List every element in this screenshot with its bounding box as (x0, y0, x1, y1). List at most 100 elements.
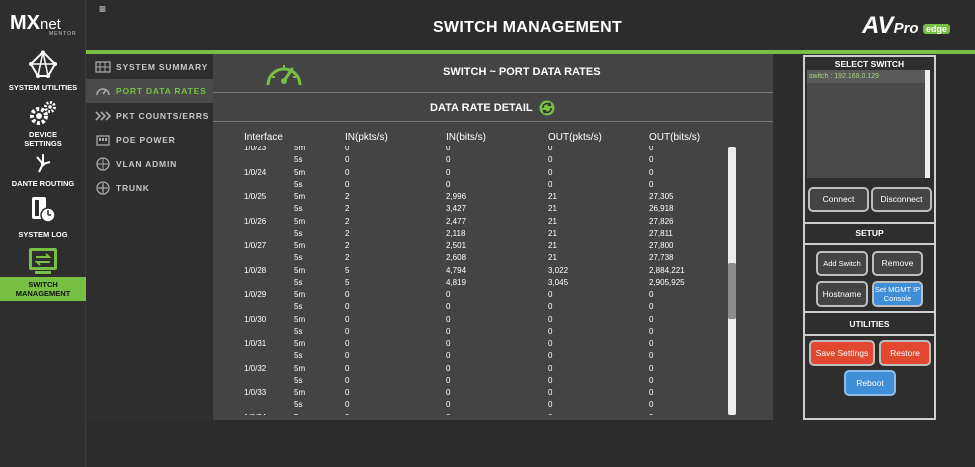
table-scrollbar[interactable] (728, 147, 736, 415)
cell-in-pkts: 0 (345, 388, 350, 397)
table-row: 1/0/34 5m 0 0 0 0 (213, 412, 733, 416)
cell-out-bits: 0 (649, 179, 654, 189)
nav-system-log[interactable]: SYSTEM LOG (0, 196, 86, 239)
logo-main-text: MX (10, 12, 40, 34)
select-switch-title: SELECT SWITCH (834, 59, 905, 69)
save-settings-button[interactable]: Save Settings (809, 340, 875, 366)
table-row: 5s 5 4,819 3,045 2,905,925 (213, 277, 733, 289)
nav-dante-routing[interactable]: DANTE ROUTING (0, 153, 86, 188)
cell-out-bits: 0 (649, 326, 654, 336)
cell-out-pkts: 0 (548, 314, 553, 324)
cell-in-bits: 0 (446, 179, 451, 189)
cell-in-pkts: 0 (345, 179, 350, 189)
cell-in-bits: 2,608 (446, 253, 467, 263)
section-divider (805, 243, 934, 245)
cell-out-pkts: 3,022 (548, 265, 569, 275)
cell-in-bits: 0 (446, 339, 451, 348)
nav-system-utilities[interactable]: SYSTEM UTILITIES (0, 50, 86, 92)
cell-interface: 1/0/24 (244, 167, 267, 177)
subnav-port-data-rates[interactable]: PORT DATA RATES (86, 79, 213, 103)
panel-title: SWITCH ~ PORT DATA RATES (443, 66, 601, 78)
subnav-label: POE POWER (116, 135, 176, 145)
switch-control-panel: SELECT SWITCH switch : 192.168.0.129 Con… (803, 55, 936, 420)
cell-out-pkts: 21 (548, 204, 557, 214)
setup-title: SETUP (855, 228, 884, 238)
cell-in-bits: 4,794 (446, 265, 467, 275)
cell-in-pkts: 0 (345, 302, 350, 312)
table-header: Interface IN(pkts/s) IN(bits/s) OUT(pkts… (213, 132, 773, 146)
subnav-label: PKT COUNTS/ERRS (116, 111, 210, 121)
cell-out-bits: 0 (649, 412, 653, 416)
cell-in-pkts: 2 (345, 192, 350, 201)
section-divider (805, 222, 934, 224)
restore-button[interactable]: Restore (879, 340, 931, 366)
cell-out-pkts: 0 (548, 400, 553, 410)
cell-in-pkts: 0 (345, 167, 350, 177)
cell-period: 5s (294, 204, 303, 214)
table-row: 5s 2 2,118 21 27,811 (213, 228, 733, 240)
cell-in-pkts: 2 (345, 253, 350, 263)
cell-interface: 1/0/26 (244, 216, 267, 226)
subnav-vlan-admin[interactable]: VLAN ADMIN (86, 152, 213, 176)
cell-interface: 1/0/25 (244, 192, 267, 201)
table-row: 1/0/23 5m 0 0 0 0 (213, 146, 733, 154)
set-mgmt-ip-button[interactable]: Set MGMT IP Console (872, 281, 923, 307)
cell-in-pkts: 5 (345, 265, 350, 275)
switch-list-item[interactable]: switch : 192.168.0.129 (807, 70, 925, 83)
switch-list[interactable]: switch : 192.168.0.129 (807, 70, 930, 178)
nav-label: SWITCH MANAGEMENT (0, 277, 86, 301)
cell-period: 5m (294, 363, 306, 373)
cell-period: 5s (294, 155, 303, 165)
nav-switch-management[interactable]: SWITCH MANAGEMENT (0, 247, 86, 301)
panel-header: SWITCH ~ PORT DATA RATES (213, 54, 773, 93)
section-divider (805, 311, 934, 313)
cell-period: 5m (294, 146, 306, 152)
cell-out-bits: 0 (649, 400, 654, 410)
cell-period: 5s (294, 326, 303, 336)
cell-in-pkts: 0 (345, 339, 350, 348)
switch-list-scrollbar[interactable] (925, 70, 930, 178)
subnav-label: TRUNK (116, 183, 150, 193)
speedometer-icon (266, 65, 302, 86)
cell-out-bits: 0 (649, 146, 654, 152)
disconnect-button[interactable]: Disconnect (871, 187, 932, 212)
subnav-trunk[interactable]: TRUNK (86, 176, 213, 200)
refresh-icon[interactable] (539, 100, 555, 116)
subnav-system-summary[interactable]: SYSTEM SUMMARY (86, 55, 213, 79)
utilities-title: UTILITIES (849, 319, 890, 329)
connect-button[interactable]: Connect (808, 187, 869, 212)
reboot-button[interactable]: Reboot (844, 370, 896, 396)
hostname-button[interactable]: Hostname (816, 281, 868, 307)
table-row: 1/0/25 5m 2 2,996 21 27,305 (213, 191, 733, 203)
vlan-icon (94, 157, 111, 171)
cell-interface: 1/0/34 (244, 412, 266, 416)
cell-interface: 1/0/23 (244, 146, 267, 152)
cell-in-pkts: 0 (345, 290, 350, 299)
log-clock-icon (32, 197, 56, 223)
column-header-in-pkts: IN(pkts/s) (345, 132, 388, 143)
cell-period: 5m (294, 314, 306, 324)
cell-out-pkts: 0 (548, 179, 553, 189)
cell-in-bits: 0 (446, 412, 450, 416)
column-header-interface: Interface (244, 132, 283, 143)
cell-period: 5s (294, 179, 303, 189)
table-row: 1/0/33 5m 0 0 0 0 (213, 387, 733, 399)
table-row: 5s 0 0 0 0 (213, 375, 733, 387)
switch-icon (29, 248, 57, 274)
left-nav: MXnet MENTOR SYSTEM UTILITIES DEVICE SET… (0, 0, 86, 467)
subnav-poe-power[interactable]: POE POWER (86, 128, 213, 152)
table-row: 1/0/29 5m 0 0 0 0 (213, 289, 733, 301)
cell-period: 5m (294, 412, 305, 416)
nav-label: SYSTEM LOG (18, 230, 68, 239)
nav-device-settings[interactable]: DEVICE SETTINGS (0, 100, 86, 148)
network-globe-icon (29, 50, 57, 78)
sub-nav: SYSTEM SUMMARY PORT DATA RATES PKT COUNT… (86, 54, 213, 420)
cell-out-bits: 26,918 (649, 204, 674, 214)
add-switch-button[interactable]: Add Switch (816, 251, 868, 276)
logo-edge-text: edge (923, 23, 951, 34)
hamburger-menu-icon[interactable]: ≡ (99, 3, 111, 15)
cell-out-bits: 0 (649, 314, 654, 324)
table-scrollbar-thumb[interactable] (728, 263, 736, 319)
remove-button[interactable]: Remove (872, 251, 923, 276)
subnav-pkt-counts[interactable]: PKT COUNTS/ERRS (86, 104, 213, 128)
